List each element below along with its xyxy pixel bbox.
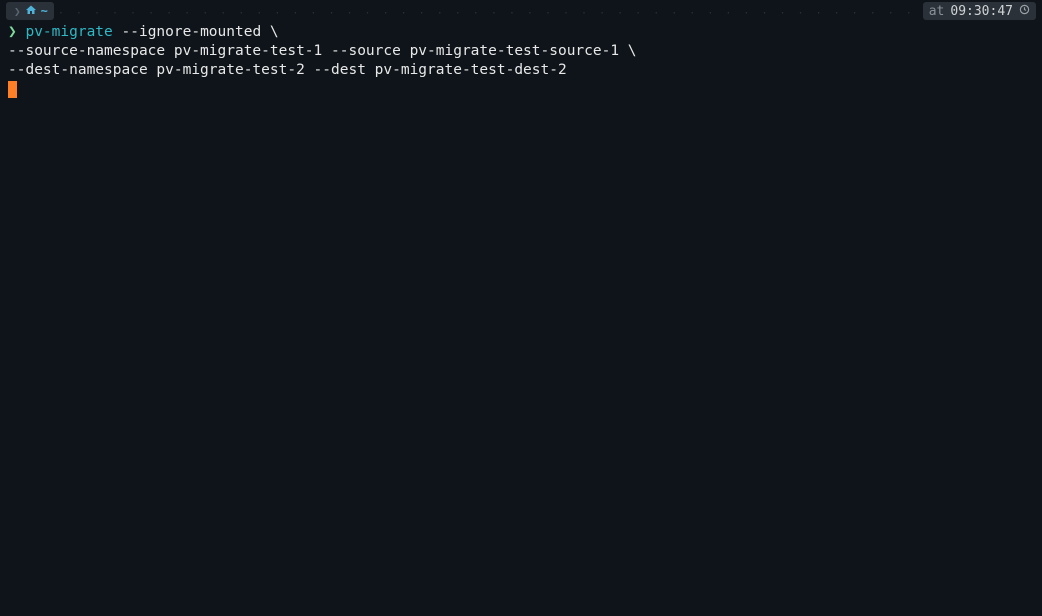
status-bar: ❯ ~ · · · · · · · · · · · · · · · · · · …: [0, 0, 1042, 20]
at-label: at: [929, 2, 945, 21]
path-segment: ~: [41, 2, 48, 21]
cursor-line: [8, 80, 1034, 100]
time-value: 09:30:47: [950, 2, 1013, 21]
command-name: pv-migrate: [25, 24, 112, 40]
clock-icon: [1019, 2, 1030, 21]
time-display: at 09:30:47: [923, 2, 1036, 20]
separator-dots: · · · · · · · · · · · · · · · · · · · · …: [58, 2, 923, 20]
command-line-2: --source-namespace pv-migrate-test-1 --s…: [8, 42, 1034, 61]
prompt-symbol: ❯: [8, 24, 17, 40]
home-icon: [25, 4, 37, 18]
breadcrumb: ❯ ~: [6, 2, 54, 20]
terminal-window[interactable]: ❯ ~ · · · · · · · · · · · · · · · · · · …: [0, 0, 1042, 616]
command-args-1: --ignore-mounted \: [113, 24, 279, 40]
cursor: [8, 81, 17, 98]
command-line-1: ❯ pv-migrate --ignore-mounted \: [8, 23, 1034, 42]
command-line-3: --dest-namespace pv-migrate-test-2 --des…: [8, 61, 1034, 80]
terminal-content[interactable]: ❯ pv-migrate --ignore-mounted \ --source…: [0, 20, 1042, 100]
chevron-right-icon: ❯: [14, 2, 21, 21]
